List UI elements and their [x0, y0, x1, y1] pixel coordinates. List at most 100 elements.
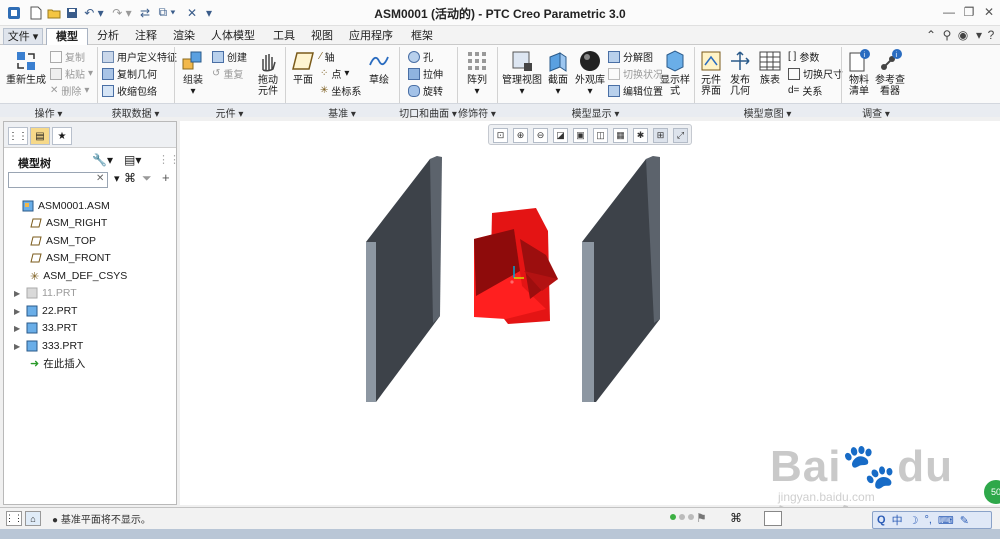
paste-button[interactable]: 粘贴 ▾ — [50, 66, 93, 81]
toggle-browser-icon[interactable]: ⌂ — [25, 511, 41, 526]
hole-button[interactable]: 孔 — [408, 49, 433, 64]
group-operations[interactable]: 操作 ▾ — [0, 105, 97, 120]
plate-left[interactable] — [366, 156, 442, 402]
zoom-out-icon[interactable]: ⊖ — [533, 128, 548, 143]
component-interface-button[interactable]: 元件 界面 — [698, 49, 724, 97]
delete-button[interactable]: ✕ 删除 ▾ — [50, 83, 89, 98]
group-model-intent[interactable]: 模型意图 ▾ — [694, 105, 841, 120]
sketch-button[interactable]: 草绘 — [366, 49, 392, 86]
search-icon[interactable]: ⚲ — [940, 28, 954, 42]
group-cut-surface[interactable]: 切口和曲面 ▾ — [399, 105, 457, 120]
publish-geometry-button[interactable]: 发布 几何 — [727, 49, 753, 97]
plate-right[interactable] — [582, 156, 660, 402]
regenerate-button[interactable]: 重新生成 — [6, 49, 46, 86]
refit-icon[interactable]: ⊡ — [493, 128, 508, 143]
folder-browser-tab-icon[interactable]: ▤ — [30, 127, 50, 145]
tree-search-input[interactable] — [8, 172, 108, 188]
create-button[interactable]: 创建 — [212, 49, 247, 64]
tree-item-22-prt[interactable]: ▶ 22.PRT — [14, 303, 77, 319]
restore-button[interactable]: ❐ — [960, 3, 978, 21]
spin-center-icon[interactable]: ⤢ — [673, 128, 688, 143]
shrinkwrap-button[interactable]: 收缩包络 — [102, 83, 157, 98]
manage-views-button[interactable]: 管理视图 ▾ — [502, 49, 542, 97]
regeneration-status-icon[interactable] — [670, 514, 694, 520]
tree-item-asm-top[interactable]: ASM_TOP — [18, 233, 96, 249]
tab-render[interactable]: 渲染 — [166, 28, 202, 45]
repaint-icon[interactable]: ◪ — [553, 128, 568, 143]
group-get-data[interactable]: 获取数据 ▾ — [97, 105, 174, 120]
tree-item-insert-here[interactable]: ➜ 在此插入 — [18, 355, 85, 371]
search-dropdown-icon[interactable]: ▾ — [114, 172, 120, 185]
tree-filter-grid-icon[interactable]: ⋮⋮ — [158, 153, 180, 166]
find-binoculars-icon[interactable]: ⌘ — [124, 171, 136, 185]
csys-button[interactable]: ✳ 坐标系 — [320, 83, 361, 98]
tab-file[interactable]: 文件 ▾ — [3, 28, 43, 45]
tab-view[interactable]: 视图 — [304, 28, 340, 45]
pattern-button[interactable]: 阵列 ▾ — [462, 49, 492, 97]
selection-filter-icon[interactable] — [764, 511, 782, 526]
family-table-button[interactable]: 族表 — [756, 49, 784, 86]
drag-components-button[interactable]: 拖动 元件 — [254, 49, 282, 97]
tree-item-11-prt[interactable]: ▶ 11.PRT — [14, 285, 77, 301]
group-investigate[interactable]: 调查 ▾ — [841, 105, 911, 120]
tree-columns-icon[interactable]: ▤▾ — [124, 153, 141, 167]
axis-button[interactable]: ⁄ 轴 — [320, 49, 335, 64]
find-icon[interactable]: ⌘ — [730, 511, 742, 525]
tab-manikin[interactable]: 人体模型 — [204, 28, 262, 45]
zoom-in-icon[interactable]: ⊕ — [513, 128, 528, 143]
copy-button[interactable]: 复制 — [50, 49, 85, 64]
expand-icon[interactable]: ▶ — [14, 342, 22, 351]
tree-item-asm0001[interactable]: ASM0001.ASM — [10, 198, 110, 214]
add-icon[interactable]: + — [162, 170, 170, 185]
group-datum[interactable]: 基准 ▾ — [285, 105, 399, 120]
filter-icon[interactable]: ⏷ — [142, 171, 152, 186]
copy-geometry-button[interactable]: 复制几何 — [102, 66, 157, 81]
tab-framework[interactable]: 框架 — [404, 28, 440, 45]
tree-item-33-prt[interactable]: ▶ 33.PRT — [14, 320, 77, 336]
expand-icon[interactable]: ▶ — [14, 324, 22, 333]
assemble-button[interactable]: 组装 ▾ — [178, 49, 208, 97]
help-icon[interactable]: ? — [984, 28, 998, 42]
group-component[interactable]: 元件 ▾ — [174, 105, 285, 120]
model-tree-tab-icon[interactable]: ⋮⋮ — [8, 127, 28, 145]
tab-model[interactable]: 模型 — [46, 28, 88, 45]
annotation-display-icon[interactable]: ⊞ — [653, 128, 668, 143]
extrude-button[interactable]: 拉伸 — [408, 66, 443, 81]
toggle-status-button[interactable]: 切换状况 — [608, 66, 663, 81]
tab-annotate[interactable]: 注释 — [128, 28, 164, 45]
user-feature-button[interactable]: 用户定义特征 — [102, 49, 177, 64]
parameters-button[interactable]: [ ] 参数 — [788, 49, 819, 64]
ime-toolbar[interactable]: Q 中 ☽ °, ⌨ ✎ — [872, 511, 992, 529]
explode-button[interactable]: 分解图 — [608, 49, 653, 64]
bom-button[interactable]: i 物料 清单 — [846, 49, 872, 97]
toggle-navigator-icon[interactable]: ⋮⋮ — [5, 511, 23, 526]
red-component[interactable] — [474, 208, 558, 324]
minimize-button[interactable]: — — [940, 3, 958, 21]
appearance-button[interactable]: 外观库 ▾ — [574, 49, 606, 97]
relations-button[interactable]: d= 关系 — [788, 83, 822, 98]
tree-item-asm-right[interactable]: ASM_RIGHT — [18, 215, 107, 231]
edit-position-button[interactable]: 编辑位置 — [608, 83, 663, 98]
display-style-view-icon[interactable]: ▣ — [573, 128, 588, 143]
tab-tools[interactable]: 工具 — [266, 28, 302, 45]
group-modifiers[interactable]: 修饰符 ▾ — [457, 105, 497, 120]
tab-applications[interactable]: 应用程序 — [342, 28, 400, 45]
close-button[interactable]: ✕ — [980, 3, 998, 21]
display-style-button[interactable]: 显示样 式 — [660, 49, 690, 97]
expand-icon[interactable]: ▶ — [14, 307, 22, 316]
reference-viewer-button[interactable]: i 参考查 看器 — [874, 49, 906, 97]
section-button[interactable]: 截面 ▾ — [544, 49, 572, 97]
saved-orientations-icon[interactable]: ◫ — [593, 128, 608, 143]
plane-button[interactable]: 平面 — [290, 49, 316, 86]
revolve-button[interactable]: 旋转 — [408, 83, 443, 98]
flag-icon[interactable]: ⚑ — [696, 511, 707, 525]
group-model-display[interactable]: 模型显示 ▾ — [497, 105, 694, 120]
settings-icon[interactable]: ◉ — [956, 28, 970, 42]
repeat-button[interactable]: ↺ 重复 — [212, 66, 243, 81]
datum-display-icon[interactable]: ✱ — [633, 128, 648, 143]
tree-item-asm-def-csys[interactable]: ✳ ASM_DEF_CSYS — [18, 268, 127, 284]
favorites-tab-icon[interactable]: ★ — [52, 127, 72, 145]
tree-item-asm-front[interactable]: ASM_FRONT — [18, 250, 111, 266]
expand-icon[interactable]: ▶ — [14, 289, 22, 298]
tree-settings-icon[interactable]: 🔧▾ — [92, 153, 113, 167]
